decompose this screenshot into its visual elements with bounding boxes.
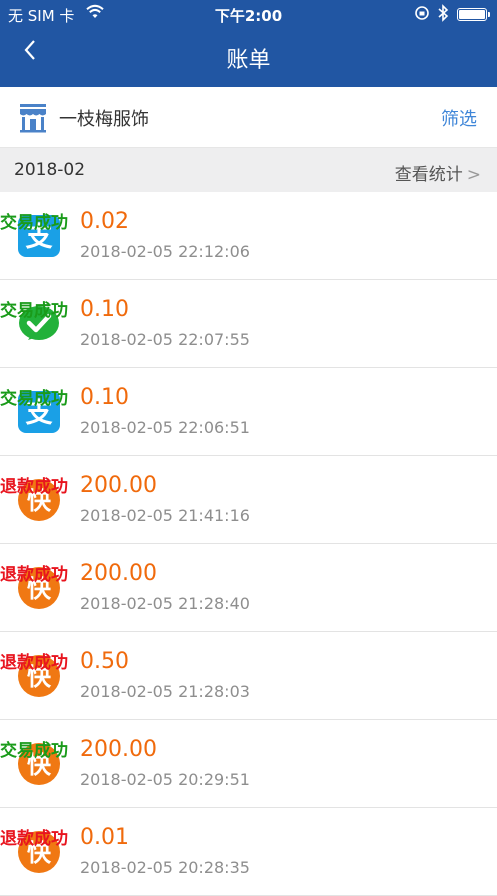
transaction-time: 2018-02-05 20:28:35 bbox=[80, 858, 250, 877]
shop-name: 一枝梅服饰 bbox=[59, 109, 149, 130]
app-header: 无 SIM 卡 下午2:00 账单 bbox=[0, 0, 497, 87]
transaction-list: 支 0.02 2018-02-05 22:12:06 交易成功 0.10 2018-02-… bbox=[0, 192, 497, 896]
transaction-time: 2018-02-05 22:06:51 bbox=[80, 418, 250, 437]
battery-icon bbox=[457, 8, 490, 21]
transaction-time: 2018-02-05 21:41:16 bbox=[80, 506, 250, 525]
transaction-row[interactable]: 快 200.00 2018-02-05 21:28:40 退款成功 bbox=[0, 544, 497, 632]
transaction-status: 退款成功 bbox=[0, 829, 68, 849]
filter-button[interactable]: 筛选 bbox=[441, 105, 477, 131]
transaction-status: 交易成功 bbox=[0, 301, 68, 321]
transaction-row[interactable]: 0.10 2018-02-05 22:07:55 交易成功 bbox=[0, 280, 497, 368]
transaction-row[interactable]: 快 0.50 2018-02-05 21:28:03 退款成功 bbox=[0, 632, 497, 720]
transaction-status: 退款成功 bbox=[0, 653, 68, 673]
transaction-row[interactable]: 支 0.02 2018-02-05 22:12:06 交易成功 bbox=[0, 192, 497, 280]
transaction-time: 2018-02-05 21:28:03 bbox=[80, 682, 250, 701]
view-stats-link[interactable]: 查看统计 > bbox=[395, 160, 481, 185]
transaction-row[interactable]: 快 200.00 2018-02-05 21:41:16 退款成功 bbox=[0, 456, 497, 544]
transaction-time: 2018-02-05 21:28:40 bbox=[80, 594, 250, 613]
bluetooth-icon bbox=[437, 4, 449, 26]
transaction-status: 交易成功 bbox=[0, 741, 68, 761]
transaction-time: 2018-02-05 22:12:06 bbox=[80, 242, 250, 261]
month-label: 2018-02 bbox=[14, 160, 86, 180]
store-icon bbox=[18, 101, 48, 133]
transaction-time: 2018-02-05 20:29:51 bbox=[80, 770, 250, 789]
page-title: 账单 bbox=[226, 48, 271, 73]
status-bar: 无 SIM 卡 下午2:00 bbox=[0, 0, 497, 28]
view-stats-label: 查看统计 bbox=[394, 165, 463, 185]
transaction-status: 交易成功 bbox=[0, 213, 68, 233]
orientation-lock-icon bbox=[414, 5, 430, 25]
transaction-row[interactable]: 快 200.00 2018-02-05 20:29:51 交易成功 bbox=[0, 720, 497, 808]
chevron-right-icon: > bbox=[466, 165, 481, 185]
transaction-row[interactable]: 支 0.10 2018-02-05 22:06:51 交易成功 bbox=[0, 368, 497, 456]
shop-bar: 一枝梅服饰 筛选 bbox=[0, 87, 497, 148]
transaction-status: 退款成功 bbox=[0, 565, 68, 585]
transaction-time: 2018-02-05 22:07:55 bbox=[80, 330, 250, 349]
transaction-status: 交易成功 bbox=[0, 389, 68, 409]
month-section-header: 2018-02 查看统计 > bbox=[0, 148, 497, 192]
transaction-status: 退款成功 bbox=[0, 477, 68, 497]
